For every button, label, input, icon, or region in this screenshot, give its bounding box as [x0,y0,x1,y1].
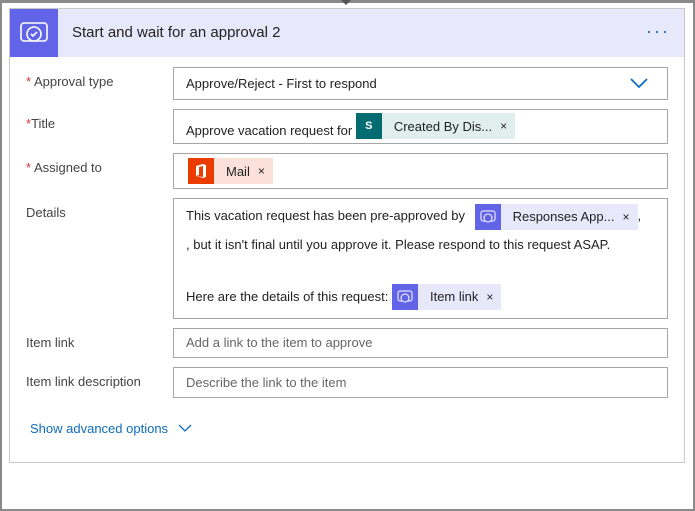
details-line-2: , but it isn't final until you approve i… [186,236,611,252]
details-input[interactable]: This vacation request has been pre-appro… [173,198,668,319]
remove-token-button[interactable]: × [500,119,515,133]
label-text: Title [31,116,56,131]
approval-type-dropdown[interactable]: Approve/Reject - First to respond [173,67,668,100]
connector-arrow [341,0,351,5]
details-text: This vacation request has been pre-appro… [186,208,465,223]
office-icon [188,158,214,184]
required-marker: * [26,74,32,89]
sharepoint-icon: S [355,113,382,139]
assigned-to-label: * Assigned to [26,160,102,175]
item-link-input[interactable]: Add a link to the item to approve [173,328,668,358]
remove-token-button[interactable]: × [486,284,501,310]
token-label: Created By Dis... [393,118,493,134]
approval-icon [474,203,501,230]
title-input[interactable]: Approve vacation request for S Created By… [173,109,668,144]
remove-token-button[interactable]: × [258,164,273,178]
token-label: Item link [429,289,479,305]
label-text: Assigned to [33,160,102,175]
title-text: Approve vacation request for [186,122,353,138]
token-label: Responses App... [512,208,615,224]
responses-token[interactable]: Responses App... × [474,203,638,230]
item-link-description-label: Item link description [26,374,141,389]
required-marker: * [26,160,32,175]
link-text: Show advanced options [30,421,169,436]
details-text: , [637,208,642,223]
title-label: *Title [26,116,55,131]
show-advanced-options-link[interactable]: Show advanced options [30,421,192,436]
details-label: Details [26,205,66,220]
more-options-button[interactable]: ··· [646,21,670,42]
label-text: Approval type [33,74,114,89]
remove-token-button[interactable]: × [622,204,637,230]
mail-token[interactable]: Mail × [188,158,273,184]
created-by-token[interactable]: S Created By Dis... × [355,113,516,139]
chevron-down-icon [178,424,192,432]
approval-type-label: * Approval type [26,74,113,89]
details-line-1: This vacation request has been pre-appro… [186,203,655,230]
action-card: Start and wait for an approval 2 ··· * A… [9,8,685,463]
item-link-token[interactable]: Item link × [391,284,502,311]
item-link-label: Item link [26,335,75,350]
token-label: Mail [226,163,250,179]
assigned-to-input[interactable]: Mail × [173,153,668,189]
chevron-down-icon [630,78,648,89]
details-line-3: Here are the details of this request: It… [186,284,655,311]
dropdown-value: Approve/Reject - First to respond [186,76,377,91]
details-text: Here are the details of this request: [186,288,389,304]
placeholder: Describe the link to the item [186,375,347,390]
approval-icon [391,284,418,311]
placeholder: Add a link to the item to approve [186,335,373,350]
approval-icon [10,9,58,57]
card-title: Start and wait for an approval 2 [72,24,281,41]
card-header[interactable]: Start and wait for an approval 2 ··· [10,9,684,57]
item-link-description-input[interactable]: Describe the link to the item [173,367,668,398]
